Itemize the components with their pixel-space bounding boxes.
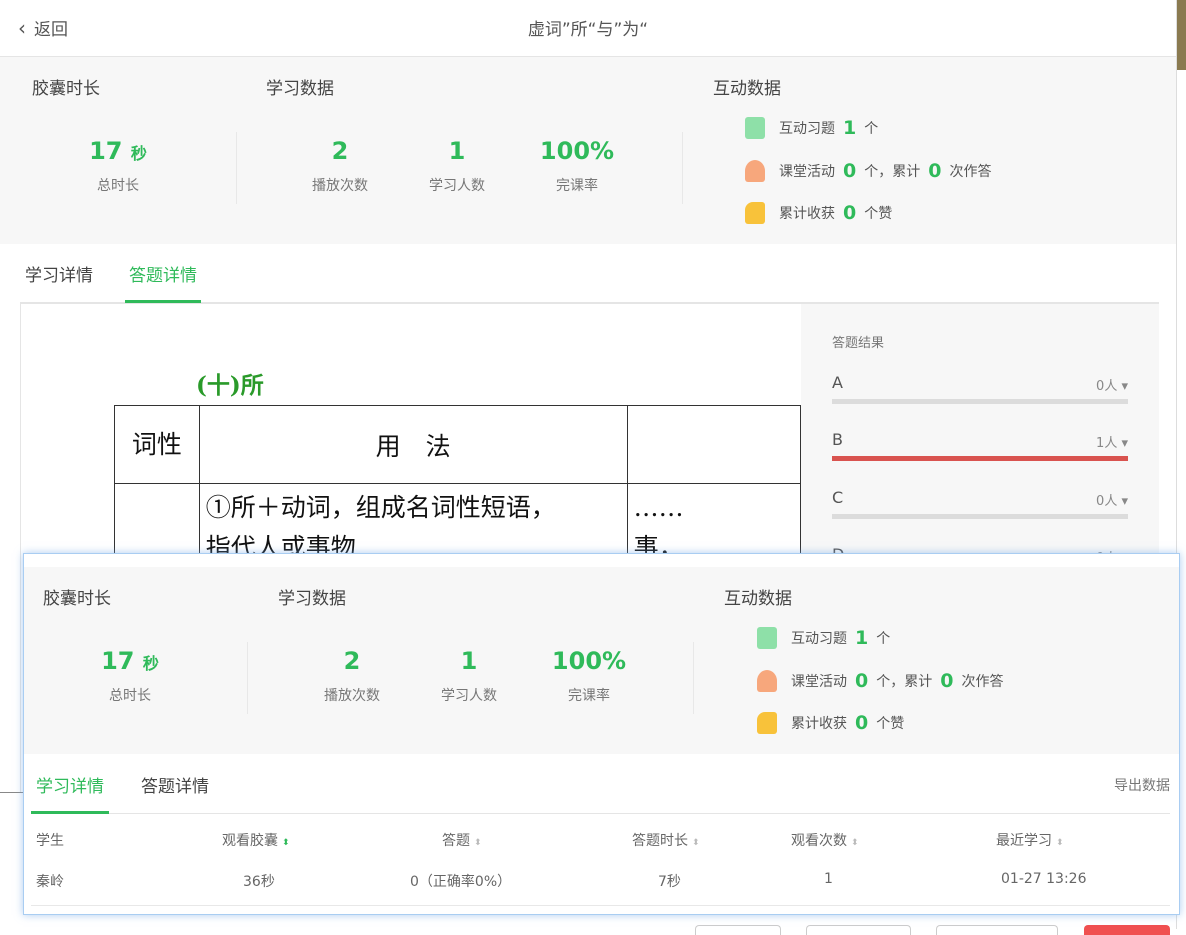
plays-value: 2 xyxy=(343,647,361,675)
likes-row: 累计收获 0 个赞 xyxy=(745,202,892,224)
capsule-title: 胶囊时长 xyxy=(43,589,111,609)
col-student: 学生 xyxy=(36,833,64,849)
learning-title: 学习数据 xyxy=(278,589,346,609)
learners-label: 学习人数 xyxy=(429,178,485,194)
duration-value: 17 秒 xyxy=(101,647,159,675)
cell-student: 秦岭 xyxy=(36,874,64,890)
learners-label: 学习人数 xyxy=(441,688,497,704)
page-title: 虚词”所“与”为“ xyxy=(527,20,649,40)
export-data-button[interactable]: 导出数据 xyxy=(1114,775,1170,809)
stats-panel: 胶囊时长 学习数据 互动数据 17 秒 总时长 2 播放次数 1 学习人数 10… xyxy=(0,57,1176,244)
duration-label: 总时长 xyxy=(97,178,139,194)
cell-watch-count: 1 xyxy=(824,871,833,887)
grid-icon xyxy=(757,627,777,649)
duration-label: 总时长 xyxy=(109,688,151,704)
sort-icon: ⬍ xyxy=(474,838,482,848)
learning-title: 学习数据 xyxy=(266,79,334,99)
divider xyxy=(31,905,1170,906)
tab-bar: 学习详情 答题详情 导出数据 xyxy=(31,755,1170,814)
doc-cell: 词性 xyxy=(114,405,200,484)
stats-panel: 胶囊时长 学习数据 互动数据 17 秒 总时长 2 播放次数 1 学习人数 10… xyxy=(24,567,1179,754)
sort-icon: ⬍ xyxy=(692,838,700,848)
plays-label: 播放次数 xyxy=(324,688,380,704)
completion-label: 完课率 xyxy=(568,688,610,704)
col-recent[interactable]: 最近学习 ⬍ xyxy=(996,830,1064,850)
sort-icon: ⬍ xyxy=(282,838,290,848)
doc-cell xyxy=(626,405,801,484)
tab-answer-details[interactable]: 答题详情 xyxy=(141,772,209,811)
learners-value: 1 xyxy=(448,137,466,165)
tab-study-details[interactable]: 学习详情 xyxy=(31,772,109,814)
col-answer-time[interactable]: 答题时长 ⬍ xyxy=(632,830,700,850)
interaction-title: 互动数据 xyxy=(713,79,781,99)
completion-value: 100% xyxy=(539,137,615,165)
sort-icon: ⬍ xyxy=(1056,838,1064,848)
completion-value: 100% xyxy=(551,647,627,675)
exercise-row: 互动习题 1 个 xyxy=(757,627,890,649)
option-c[interactable]: C 0人 ▾ xyxy=(832,488,1128,519)
interaction-title: 互动数据 xyxy=(724,589,792,609)
duration-value: 17 秒 xyxy=(89,137,147,165)
tab-study-details[interactable]: 学习详情 xyxy=(25,261,93,300)
thumbs-up-icon xyxy=(757,712,777,734)
col-watch[interactable]: 观看胶囊 ⬍ xyxy=(222,830,290,850)
header: ‹ 返回 虚词”所“与”为“ xyxy=(0,0,1176,57)
option-b[interactable]: B 1人 ▾ xyxy=(832,430,1128,461)
thumbs-up-icon xyxy=(745,202,765,224)
footer-button[interactable] xyxy=(695,925,781,935)
sort-icon: ⬍ xyxy=(851,838,859,848)
doc-heading: (十)所 xyxy=(196,372,264,399)
capsule-title: 胶囊时长 xyxy=(32,79,100,99)
activity-row: 课堂活动 0 个，累计 0 次作答 xyxy=(757,670,1003,692)
tab-bar: 学习详情 答题详情 xyxy=(20,244,1159,303)
person-icon xyxy=(757,670,777,692)
person-icon xyxy=(745,160,765,182)
footer-button[interactable] xyxy=(936,925,1058,935)
footer-button-primary[interactable] xyxy=(1084,925,1170,935)
cell-recent: 01-27 13:26 xyxy=(1001,871,1087,887)
likes-row: 累计收获 0 个赞 xyxy=(757,712,904,734)
activity-row: 课堂活动 0 个，累计 0 次作答 xyxy=(745,160,991,182)
option-a[interactable]: A 0人 ▾ xyxy=(832,373,1128,404)
results-title: 答题结果 xyxy=(832,336,885,351)
doc-cell: 用 法 xyxy=(198,405,628,484)
study-data-popup: 胶囊时长 学习数据 互动数据 17 秒 总时长 2 播放次数 1 学习人数 10… xyxy=(23,553,1180,915)
cell-answer-time: 7秒 xyxy=(658,874,681,890)
footer-button[interactable] xyxy=(806,925,911,935)
tab-answer-details[interactable]: 答题详情 xyxy=(125,261,201,303)
col-watch-count[interactable]: 观看次数 ⬍ xyxy=(791,830,859,850)
cell-watch: 36秒 xyxy=(243,874,275,890)
exercise-row: 互动习题 1 个 xyxy=(745,117,878,139)
learners-value: 1 xyxy=(460,647,478,675)
col-answers[interactable]: 答题 ⬍ xyxy=(442,830,482,850)
grid-icon xyxy=(745,117,765,139)
doc-table: 词性用 法 ①所＋动词，组成名词性短语， 指代人或事物…… 事， xyxy=(114,405,801,573)
completion-label: 完课率 xyxy=(556,178,598,194)
plays-value: 2 xyxy=(331,137,349,165)
option-bar xyxy=(832,456,1128,461)
cell-answers: 0（正确率0%） xyxy=(410,874,512,890)
plays-label: 播放次数 xyxy=(312,178,368,194)
